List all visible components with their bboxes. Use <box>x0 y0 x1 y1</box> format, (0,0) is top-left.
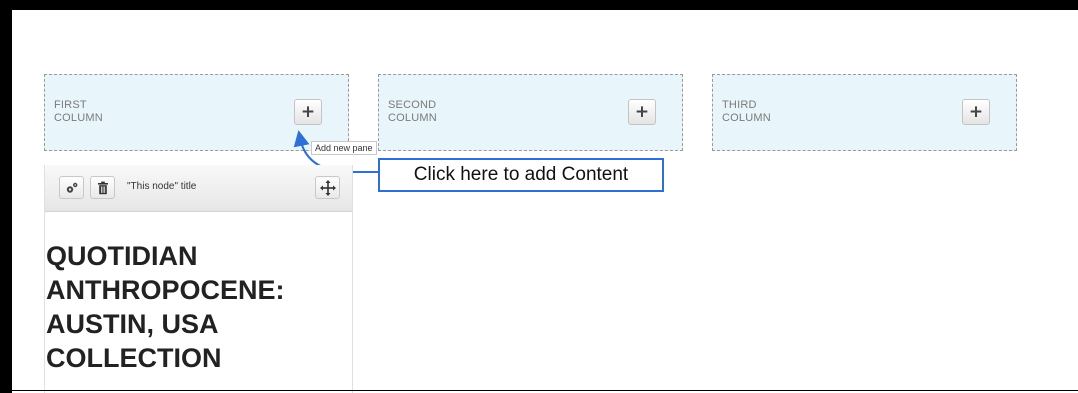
node-title-pane: "This node" title QUOTIDIAN ANTHROPOCENE… <box>44 165 353 393</box>
first-column-label: FIRST COLUMN <box>54 99 103 124</box>
first-column-add-pane-button[interactable]: + <box>294 99 322 125</box>
gears-icon <box>66 182 77 193</box>
second-column-label: SECOND COLUMN <box>388 99 437 124</box>
pane-delete-button[interactable] <box>90 176 115 199</box>
second-column-region[interactable]: SECOND COLUMN + <box>378 74 683 151</box>
third-column-region[interactable]: THIRD COLUMN + <box>712 74 1017 151</box>
pane-toolbar: "This node" title <box>45 165 352 212</box>
plus-icon: + <box>968 101 984 122</box>
plus-icon: + <box>634 101 650 122</box>
pane-title: "This node" title <box>127 181 197 192</box>
add-content-callout: Click here to add Content <box>378 158 664 192</box>
move-arrows-icon <box>319 179 336 196</box>
collection-heading: QUOTIDIAN ANTHROPOCENE: AUSTIN, USA COLL… <box>46 241 285 373</box>
first-column-region[interactable]: FIRST COLUMN + <box>44 74 349 151</box>
third-column-label: THIRD COLUMN <box>722 99 771 124</box>
pane-settings-button[interactable] <box>59 176 84 199</box>
plus-icon: + <box>300 101 316 122</box>
second-column-add-pane-button[interactable]: + <box>628 99 656 125</box>
add-new-pane-tooltip: Add new pane <box>311 141 377 155</box>
page-canvas: FIRST COLUMN + SECOND COLUMN + THIRD COL… <box>12 10 1078 393</box>
bottom-divider <box>12 390 1078 391</box>
pane-move-handle[interactable] <box>315 176 340 199</box>
third-column-add-pane-button[interactable]: + <box>962 99 990 125</box>
trash-icon <box>97 181 108 194</box>
